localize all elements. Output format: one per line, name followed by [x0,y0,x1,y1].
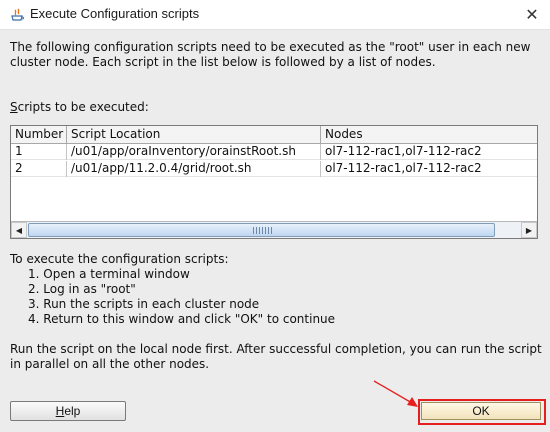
help-button-label: elp [64,404,81,418]
scripts-label: Scripts to be executed: [10,100,149,114]
help-button[interactable]: Help [10,401,126,421]
table-row[interactable]: 2 /u01/app/11.2.0.4/grid/root.sh ol7-112… [11,161,537,177]
scripts-table[interactable]: Number Script Location Nodes 1 /u01/app/… [10,125,538,239]
scrollbar-thumb[interactable] [28,223,495,237]
instruction-step: 4. Return to this window and click "OK" … [28,312,336,326]
arrow-left-icon[interactable]: ◀ [11,222,27,238]
description-text: The following configuration scripts need… [10,40,531,69]
instruction-step: 3. Run the scripts in each cluster node [28,297,260,311]
table-cell-nodes: ol7-112-rac1,ol7-112-rac2 [325,144,482,158]
title-bar[interactable]: Execute Configuration scripts ✕ [0,0,550,30]
close-icon[interactable]: ✕ [522,5,542,25]
table-cell-number: 1 [11,144,67,160]
window-title: Execute Configuration scripts [30,6,200,21]
table-cell-nodes: ol7-112-rac1,ol7-112-rac2 [325,161,482,175]
table-cell-number: 2 [11,161,67,177]
instruction-step: 2. Log in as "root" [28,282,136,296]
dialog-window: Execute Configuration scripts ✕ The foll… [0,0,550,432]
instructions-heading: To execute the configuration scripts: [10,252,229,266]
scripts-label-text: cripts to be executed: [17,100,149,114]
instructions-steps: 1. Open a terminal window 2. Log in as "… [28,267,335,327]
footnote-text: Run the script on the local node first. … [10,342,542,371]
table-row[interactable]: 1 /u01/app/oraInventory/orainstRoot.sh o… [11,144,537,160]
column-header-nodes[interactable]: Nodes [321,126,537,144]
java-app-icon [11,8,24,21]
arrow-right-icon[interactable]: ▶ [521,222,537,238]
horizontal-scrollbar[interactable]: ◀ ▶ [11,221,537,238]
table-cell-script-location: /u01/app/oraInventory/orainstRoot.sh [67,144,321,160]
instructions: To execute the configuration scripts: 1.… [10,252,335,327]
ok-button[interactable]: OK [421,402,541,420]
scrollbar-grip [253,227,273,234]
column-header-number[interactable]: Number [11,126,67,144]
column-header-script-location[interactable]: Script Location [67,126,321,144]
annotation-arrow-icon [373,380,418,407]
scripts-label-mnemonic: S [10,100,18,114]
table-cell-script-location: /u01/app/11.2.0.4/grid/root.sh [67,161,321,177]
instruction-step: 1. Open a terminal window [28,267,190,281]
